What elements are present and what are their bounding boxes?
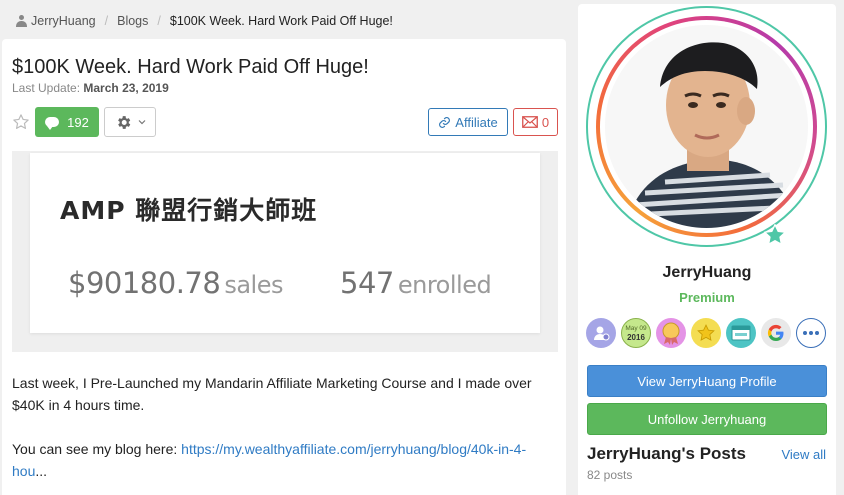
posts-heading: JerryHuang's Posts — [587, 444, 746, 463]
sales-value: $90180.78 — [68, 266, 221, 300]
avatar-photo — [605, 25, 808, 228]
post-count: 82 posts — [587, 468, 633, 482]
view-profile-button[interactable]: View JerryHuang Profile — [587, 365, 827, 397]
chevron-down-icon — [138, 120, 145, 125]
breadcrumb-current: $100K Week. Hard Work Paid Off Huge! — [169, 14, 393, 28]
last-update: Last Update: March 23, 2019 — [12, 81, 169, 95]
star-icon[interactable] — [12, 113, 30, 131]
membership-level: Premium — [679, 290, 735, 305]
view-all-link[interactable]: View all — [781, 447, 826, 462]
post-body: Last week, I Pre-Launched my Mandarin Af… — [12, 372, 552, 495]
user-icon — [594, 326, 610, 341]
sales-unit: sales — [224, 271, 283, 299]
unfollow-button[interactable]: Unfollow Jerryhuang — [587, 403, 827, 435]
breadcrumb-item-blogs[interactable]: Blogs — [117, 14, 148, 28]
course-title: AMP 聯盟行銷大師班 — [60, 196, 318, 225]
post-paragraph: You can see my blog here: https://my.wea… — [12, 438, 552, 482]
post-card: $100K Week. Hard Work Paid Off Huge! Las… — [2, 39, 566, 495]
message-button[interactable]: 0 — [513, 108, 558, 136]
paragraph-ellipsis: ... — [35, 463, 48, 479]
ribbon-icon — [662, 322, 680, 345]
profile-username[interactable]: JerryHuang — [578, 264, 836, 282]
enrolled-stat: 547 enrolled — [340, 266, 492, 300]
breadcrumb: JerryHuang / Blogs / $100K Week. Hard Wo… — [16, 12, 393, 30]
comments-button[interactable]: 192 — [35, 107, 99, 137]
star-icon — [697, 324, 715, 341]
enrolled-value: 547 — [340, 266, 394, 300]
five-badge-icon[interactable] — [656, 318, 686, 348]
comment-icon — [45, 117, 60, 130]
user-icon — [16, 15, 27, 27]
affiliate-button[interactable]: Affiliate — [428, 108, 508, 136]
anniversary-badge-icon[interactable]: May 09 2016 — [621, 318, 651, 348]
profile-sidebar: JerryHuang Premium May 09 2016 View Jerr… — [578, 4, 836, 495]
enrolled-unit: enrolled — [397, 271, 492, 299]
affiliate-label: Affiliate — [455, 114, 498, 130]
gear-icon — [117, 115, 130, 129]
link-icon — [439, 116, 451, 128]
envelope-icon — [521, 116, 538, 128]
sales-stat: $90180.78 sales — [68, 266, 283, 300]
google-icon — [767, 324, 784, 341]
post-title: $100K Week. Hard Work Paid Off Huge! — [12, 56, 369, 78]
badge-list: May 09 2016 — [586, 318, 826, 350]
last-update-label: Last Update: — [12, 81, 81, 95]
breadcrumb-separator: / — [157, 14, 161, 28]
last-update-date: March 23, 2019 — [83, 81, 169, 95]
star-badge-icon[interactable] — [691, 318, 721, 348]
badge-year: 2016 — [627, 333, 645, 342]
ellipsis-icon — [803, 331, 819, 335]
post-paragraph: Last week, I Pre-Launched my Mandarin Af… — [12, 375, 532, 413]
paragraph-text: You can see my blog here: — [12, 441, 182, 457]
breadcrumb-separator: / — [104, 14, 109, 28]
comment-count: 192 — [67, 114, 89, 130]
post-hero-image: AMP 聯盟行銷大師班 $90180.78 sales 547 enrolled — [12, 151, 558, 352]
avatar[interactable] — [605, 25, 808, 228]
user-badge-icon[interactable] — [586, 318, 616, 348]
website-badge-icon[interactable] — [726, 318, 756, 348]
badge-month: May 09 — [625, 325, 647, 332]
breadcrumb-item-user[interactable]: JerryHuang — [31, 14, 96, 28]
post-toolbar: 192 Affiliate 0 — [12, 107, 558, 137]
message-count: 0 — [541, 114, 550, 130]
premium-star-icon — [764, 224, 786, 245]
course-stats-card: AMP 聯盟行銷大師班 $90180.78 sales 547 enrolled — [30, 153, 540, 333]
settings-dropdown[interactable] — [104, 107, 156, 137]
google-badge-icon[interactable] — [761, 318, 791, 348]
more-badges-button[interactable] — [796, 318, 826, 348]
browser-icon — [731, 325, 751, 341]
